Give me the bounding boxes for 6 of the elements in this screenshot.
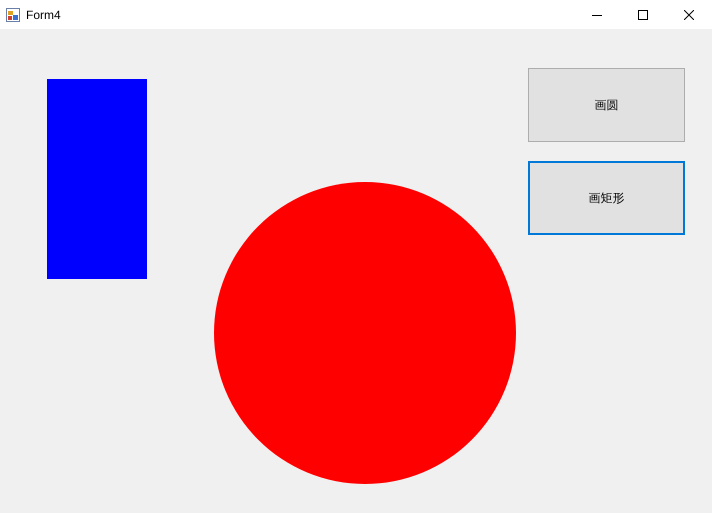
maximize-icon [638,10,648,20]
form-button[interactable]: 画矩形 [528,161,685,235]
window-title: Form4 [26,8,61,22]
app-icon [6,8,20,22]
close-icon [684,10,694,20]
form-button[interactable]: 画圆 [528,68,685,142]
